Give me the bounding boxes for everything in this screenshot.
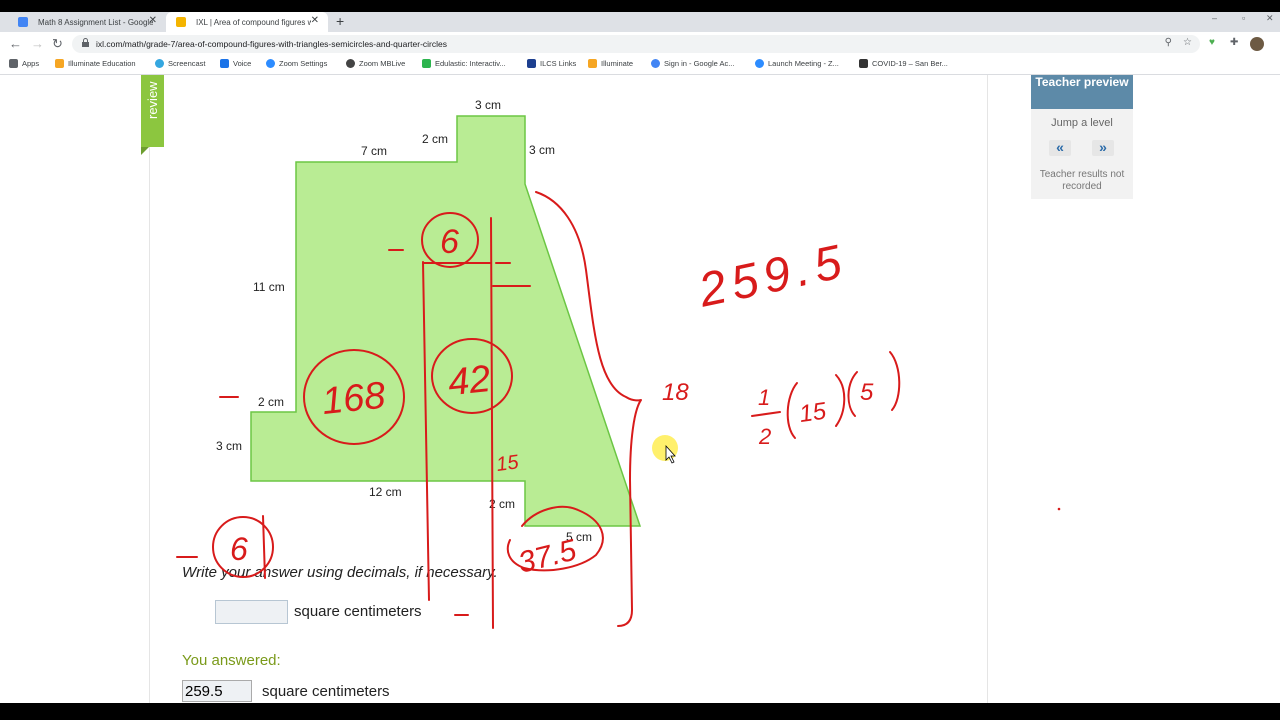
ink-note: 168 (320, 375, 387, 423)
ink-note: 42 (446, 358, 492, 404)
ink-note: 6 (440, 223, 459, 261)
screen-bottom-edge (0, 703, 1280, 720)
ink-note: 18 (662, 379, 689, 406)
ink-note: 6 (230, 531, 248, 567)
ink-line (490, 217, 494, 629)
ink-dot (1057, 507, 1061, 511)
ink-note: 15 (495, 451, 521, 476)
ink-note: 37.5 (515, 534, 580, 580)
ink-paren (835, 374, 846, 427)
ink-paren (786, 382, 798, 439)
ink-paren (847, 371, 858, 417)
ink-fraction-bar (751, 411, 781, 417)
ink-note: 5 (860, 379, 874, 406)
ink-annotations: 6 168 42 15 6 37.5 18 259.5 1 2 15 5 (176, 191, 1061, 629)
mouse-pointer-icon (665, 444, 676, 464)
ink-line (422, 261, 430, 601)
ink-note: 259.5 (693, 235, 852, 318)
ink-note: 15 (798, 398, 829, 429)
ink-note: 2 (758, 424, 771, 449)
ink-paren (889, 351, 901, 411)
ink-note: 1 (758, 385, 770, 410)
